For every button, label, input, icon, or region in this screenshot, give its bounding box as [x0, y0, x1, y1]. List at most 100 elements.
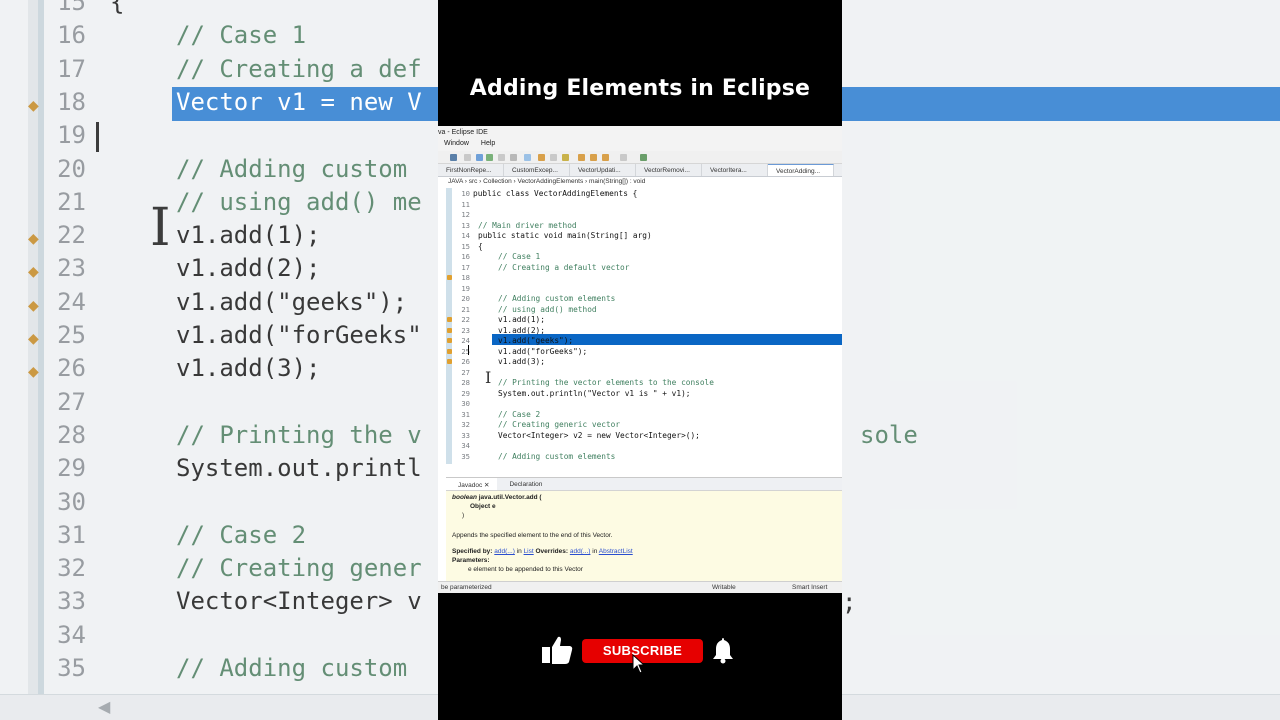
line-number: 28 [461, 378, 470, 387]
tab-vectorremovi[interactable]: VectorRemovi... [636, 164, 702, 176]
code-line: // Case 2 [498, 409, 541, 419]
line-number: 17 [461, 262, 470, 272]
tab-firstnonrepe[interactable]: FirstNonRepe... [438, 164, 504, 176]
code-line: v1.add(1); [498, 315, 545, 324]
code-line: // Adding custom elements [498, 451, 616, 461]
line-number: 26 [461, 357, 470, 366]
specified-by-label: Specified by: [452, 548, 493, 555]
editor-tabs: FirstNonRepe... CustomExcep... VectorUpd… [438, 164, 842, 177]
status-writable: Writable [712, 584, 736, 591]
line-number: 32 [461, 420, 470, 429]
tool-icon[interactable] [498, 154, 505, 161]
back-icon[interactable] [602, 154, 609, 161]
tab-vectoradding[interactable]: VectorAdding... [768, 164, 834, 176]
panel-tabs: Javadoc ✕ Declaration [446, 478, 842, 491]
abstractlist-link[interactable]: AbstractList [599, 548, 633, 555]
video-title: Adding Elements in Eclipse [469, 76, 811, 101]
toggle-icon[interactable] [464, 154, 471, 161]
code-line: // Adding custom elements [498, 294, 616, 303]
list-link[interactable]: List [524, 548, 534, 555]
line-number: 35 [461, 451, 470, 461]
javadoc-content: boolean java.util.Vector.add ( Object e … [446, 491, 842, 576]
video-frame: I 15{16// Case 1 17// Creating a def 18 Vec… [0, 0, 1280, 720]
menu-window[interactable]: Window [444, 140, 469, 150]
line-number: 10 [461, 189, 470, 198]
perspective-icon[interactable] [640, 154, 647, 161]
javadoc-description: Appends the specified element to the end… [452, 532, 613, 539]
menu-help[interactable]: Help [481, 140, 495, 150]
line-number: 33 [461, 430, 470, 440]
line-number: 29 [461, 388, 470, 398]
tab-vectorupdati[interactable]: VectorUpdati... [570, 164, 636, 176]
tool-icon[interactable] [578, 154, 585, 161]
like-thumb-icon[interactable] [542, 634, 574, 666]
toolbar [438, 151, 842, 164]
run-icon[interactable] [486, 154, 493, 161]
warning-marker-icon[interactable] [447, 348, 452, 354]
tool-icon[interactable] [550, 154, 557, 161]
tab-vectoritera[interactable]: VectorItera... [702, 164, 768, 176]
line-number: 30 [461, 399, 470, 408]
mouse-pointer-icon [632, 654, 646, 674]
line-number: 19 [461, 283, 470, 293]
save-icon[interactable] [450, 154, 457, 161]
code-line: // Case 1 [498, 252, 541, 261]
tool-icon[interactable] [590, 154, 597, 161]
code-line: Vector<Integer> v2 = new Vector<Integer>… [498, 430, 700, 440]
line-number: 23 [461, 325, 470, 335]
line-number: 12 [461, 210, 470, 219]
javadoc-close-paren: ) [462, 512, 465, 519]
tool-icon[interactable] [562, 154, 569, 161]
warning-marker-icon[interactable] [447, 359, 452, 364]
code-line: public class VectorAddingElements { [473, 189, 638, 198]
tab-declaration[interactable]: Declaration [497, 478, 550, 490]
status-bar: be parameterized Writable Smart Insert [438, 581, 842, 593]
code-line: // using add() method [498, 304, 597, 314]
overrides-label: Overrides: [535, 548, 569, 555]
line-number: 11 [461, 199, 470, 209]
cursor-tool-icon[interactable] [476, 154, 483, 161]
status-message: be parameterized [441, 584, 492, 591]
search-icon[interactable] [538, 154, 545, 161]
javadoc-signature: java.util.Vector.add ( [478, 494, 542, 501]
specified-by-link[interactable]: add(...) [494, 548, 515, 555]
line-number: 14 [461, 231, 470, 240]
param-description: e element to be appended to this Vector [468, 566, 583, 573]
notification-bell-icon[interactable] [712, 636, 734, 664]
tab-customexcep[interactable]: CustomExcep... [504, 164, 570, 176]
javadoc-return-type: boolean [452, 494, 477, 501]
parameters-label: Parameters: [452, 557, 490, 564]
line-number: 22 [461, 315, 470, 324]
breadcrumb[interactable]: JAVA › src › Collection › VectorAddingEl… [438, 177, 842, 188]
status-insert-mode: Smart Insert [792, 584, 828, 591]
window-title: va - Eclipse IDE [438, 126, 842, 139]
warning-marker-icon[interactable] [447, 338, 452, 343]
code-line: Vector v1 = new Vector(); [498, 273, 616, 282]
line-number: 15 [461, 241, 470, 251]
warning-marker-icon[interactable] [447, 275, 452, 280]
forward-icon[interactable] [620, 154, 627, 161]
code-line: // Creating generic vector [498, 420, 621, 429]
subscribe-overlay: SUBSCRIBE [438, 632, 842, 674]
line-number: 20 [461, 294, 470, 303]
tool-icon[interactable] [524, 154, 531, 161]
code-line: // Printing the vector elements to the c… [498, 378, 714, 387]
line-number: 31 [461, 409, 470, 419]
ibeam-cursor-icon: I [485, 368, 492, 387]
line-number: 18 [461, 273, 470, 282]
eclipse-window: va - Eclipse IDE Window Help FirstNonRep… [438, 126, 842, 593]
code-editor[interactable]: 10 public class VectorAddingElements {11 1… [438, 188, 842, 534]
code-line: System.out.println("Vector v1 is " + v1)… [498, 388, 691, 398]
overrides-link[interactable]: add(...) [570, 548, 591, 555]
code-line: { [478, 241, 483, 251]
line-number: 24 [461, 336, 470, 345]
menu-bar: Window Help [438, 139, 842, 151]
javadoc-param: Object e [470, 503, 496, 510]
tool-icon[interactable] [510, 154, 517, 161]
tab-javadoc[interactable]: Javadoc ✕ [446, 478, 498, 490]
line-number: 13 [461, 220, 470, 230]
warning-marker-icon[interactable] [447, 327, 452, 333]
code-line: v1.add("forGeeks"); [498, 346, 588, 356]
warning-marker-icon[interactable] [447, 317, 452, 322]
code-line: v1.add(2); [498, 325, 545, 335]
